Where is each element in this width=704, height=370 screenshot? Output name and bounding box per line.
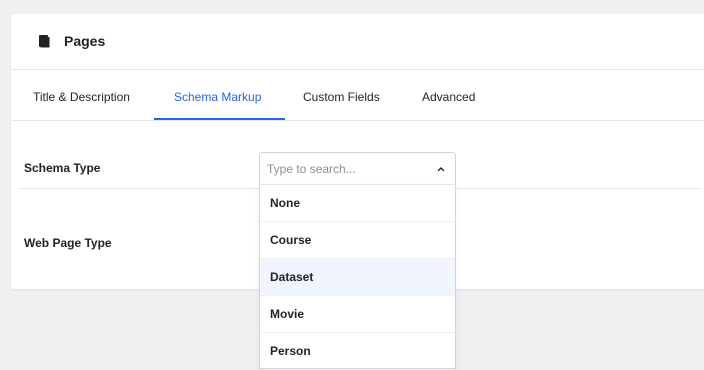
page-title: Pages bbox=[64, 33, 106, 49]
option-dataset[interactable]: Dataset bbox=[260, 259, 455, 296]
pages-icon bbox=[39, 35, 50, 48]
schema-type-dropdown: None Course Dataset Movie Person bbox=[259, 184, 456, 370]
tab-title-description[interactable]: Title & Description bbox=[33, 90, 130, 104]
schema-type-select[interactable] bbox=[259, 152, 456, 184]
web-page-type-label: Web Page Type bbox=[24, 236, 112, 250]
option-movie[interactable]: Movie bbox=[260, 296, 455, 333]
option-none[interactable]: None bbox=[260, 185, 455, 222]
active-tab-indicator bbox=[154, 118, 285, 120]
chevron-up-icon[interactable] bbox=[436, 164, 446, 174]
tab-schema-markup[interactable]: Schema Markup bbox=[174, 90, 261, 104]
schema-type-label: Schema Type bbox=[24, 161, 101, 175]
option-person[interactable]: Person bbox=[260, 333, 455, 370]
schema-type-search-input[interactable] bbox=[267, 160, 417, 178]
tab-custom-fields[interactable]: Custom Fields bbox=[303, 90, 380, 104]
tab-bar: Title & Description Schema Markup Custom… bbox=[11, 70, 704, 121]
panel-header: Pages bbox=[11, 14, 704, 70]
tab-advanced[interactable]: Advanced bbox=[422, 90, 475, 104]
option-course[interactable]: Course bbox=[260, 222, 455, 259]
